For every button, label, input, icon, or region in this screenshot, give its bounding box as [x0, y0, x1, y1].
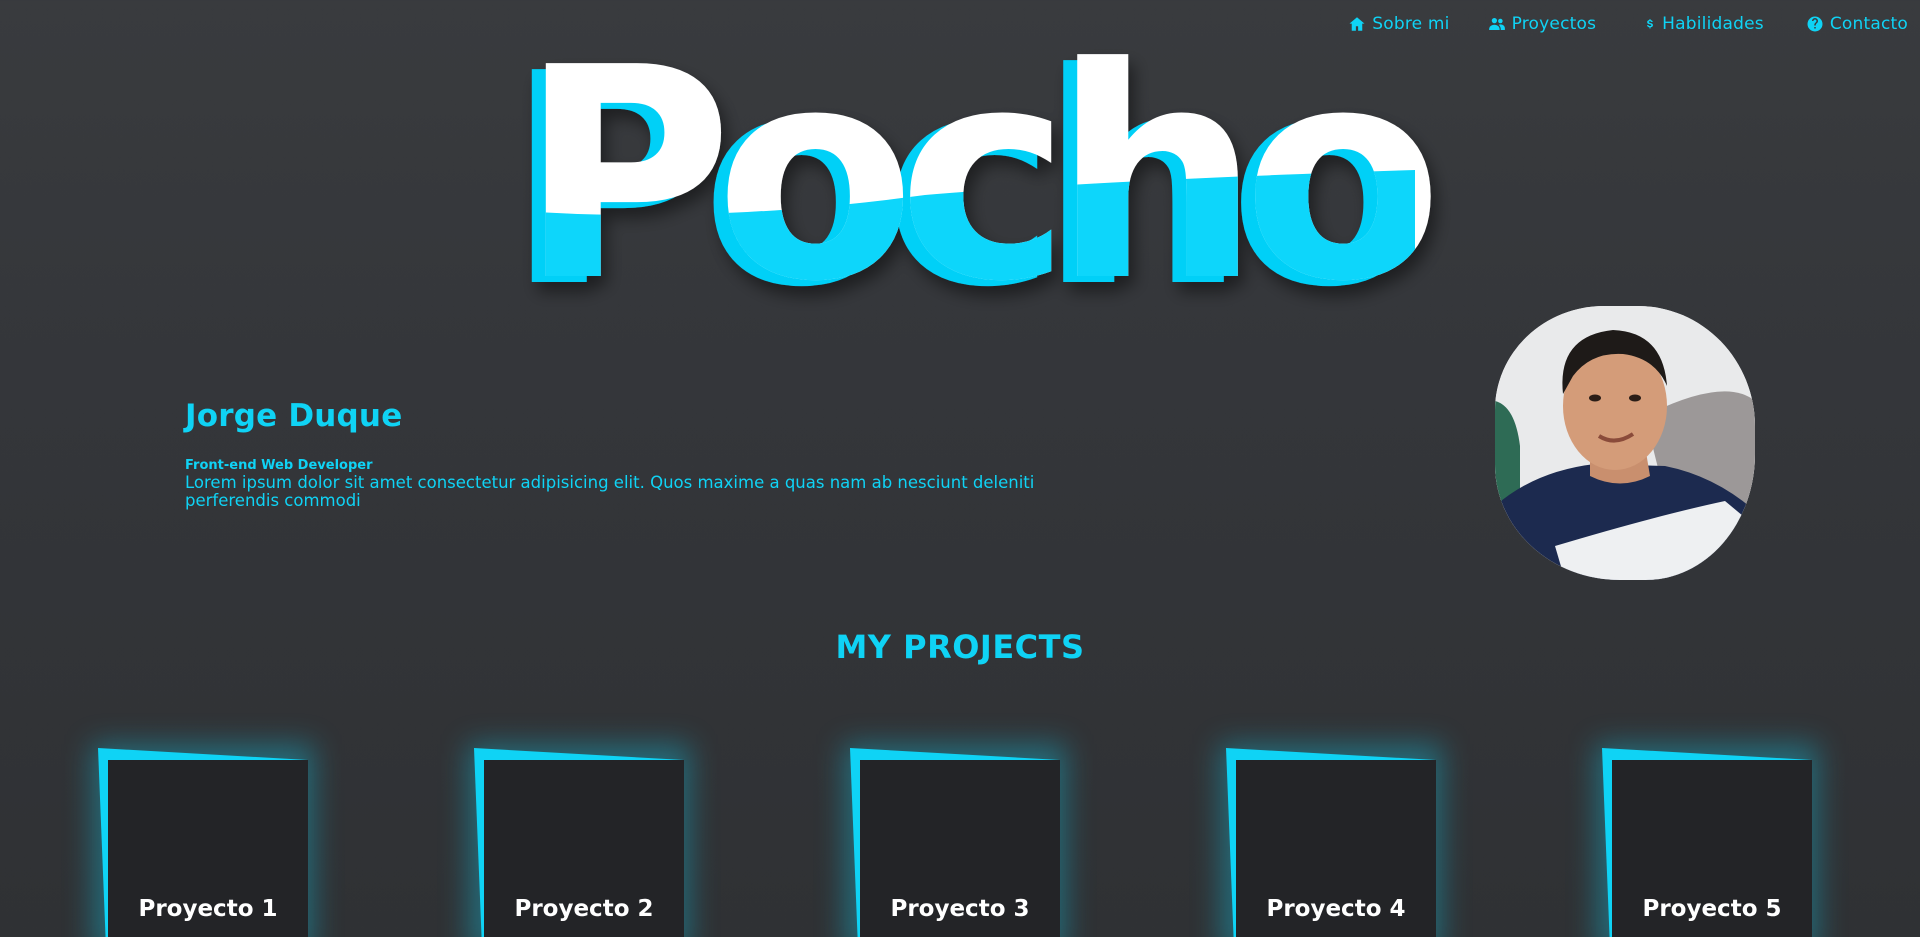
project-card-3[interactable]: Proyecto 3 [844, 744, 1066, 937]
nav-proyectos[interactable]: Proyectos [1488, 14, 1597, 34]
project-card-1[interactable]: Proyecto 1 [92, 744, 314, 937]
project-card-label: Proyecto 4 [1266, 896, 1406, 922]
users-icon [1488, 18, 1505, 30]
hero-logo: Pocho Pocho Pocho [505, 5, 1452, 351]
profile-photo-illustration [1495, 306, 1755, 580]
hero-logo-graphic: Pocho Pocho Pocho [505, 5, 1452, 351]
nav-habilidades[interactable]: Habilidades [1644, 14, 1764, 34]
about-section: Jorge Duque Front-end Web Developer Lore… [185, 398, 1115, 510]
dollar-icon [1647, 19, 1654, 29]
project-card-5[interactable]: Proyecto 5 [1596, 744, 1818, 937]
project-card-label: Proyecto 5 [1642, 896, 1782, 922]
question-circle-icon [1807, 16, 1823, 32]
projects-title: MY PROJECTS [835, 628, 1085, 666]
about-description: Lorem ipsum dolor sit amet consectetur a… [185, 473, 1035, 510]
nav-contacto-label: Contacto [1829, 14, 1908, 34]
project-card-label: Proyecto 1 [138, 896, 278, 922]
about-role: Front-end Web Developer [185, 458, 373, 473]
nav-contacto[interactable]: Contacto [1806, 14, 1908, 34]
project-card-2[interactable]: Proyecto 2 [468, 744, 690, 937]
about-name: Jorge Duque [185, 398, 403, 434]
nav-habilidades-label: Habilidades [1662, 14, 1764, 34]
project-card-4[interactable]: Proyecto 4 [1220, 744, 1442, 937]
nav-proyectos-label: Proyectos [1511, 14, 1597, 34]
project-card-label: Proyecto 3 [890, 896, 1030, 922]
project-card-label: Proyecto 2 [514, 896, 654, 922]
profile-photo [1495, 306, 1755, 580]
